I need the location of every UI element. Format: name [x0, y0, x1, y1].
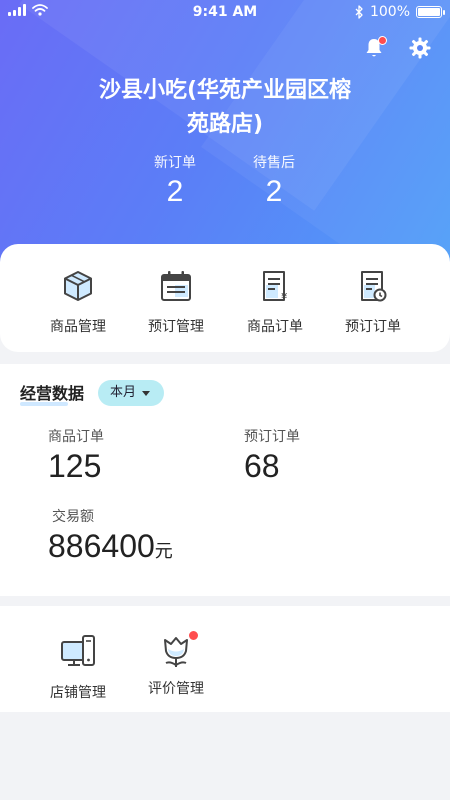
tools-card: 店铺管理 评价管理	[0, 606, 450, 712]
metric-product-orders[interactable]: 商品订单 125	[48, 426, 104, 486]
menu-item-reservation-management[interactable]: 预订管理	[126, 268, 226, 336]
calendar-icon	[161, 271, 191, 301]
status-bar: 9:41 AM 100%	[0, 0, 450, 26]
yen-receipt-icon: ¥	[263, 271, 287, 303]
counter-label: 新订单	[154, 155, 196, 171]
metric-unit: 元	[154, 541, 173, 562]
notification-button[interactable]	[362, 36, 387, 60]
menu-item-product-orders[interactable]: ¥ 商品订单	[225, 268, 325, 336]
metric-value: 68	[244, 448, 280, 484]
tool-icon-wrap	[157, 630, 199, 670]
notification-badge	[378, 36, 387, 45]
period-dropdown[interactable]: 本月	[98, 380, 165, 406]
menu-item-reservation-orders[interactable]: 预订订单	[323, 268, 423, 336]
metric-transaction-amount[interactable]: 交易额 886400元	[48, 506, 173, 566]
new-orders-counter[interactable]: 新订单 2	[125, 152, 225, 212]
metric-amount-row: 886400元	[48, 526, 173, 566]
tool-store-management[interactable]: 店铺管理	[28, 632, 128, 702]
tool-label: 店铺管理	[50, 685, 106, 701]
battery-percent: 100%	[369, 4, 410, 20]
counter-value: 2	[166, 175, 184, 208]
battery-icon	[416, 6, 445, 18]
gear-icon	[409, 37, 431, 59]
metric-value: 886400	[48, 528, 155, 564]
review-badge	[188, 630, 199, 641]
business-stats-card: 经营数据 本月 商品订单 125 预订订单 68 交易额 886400元	[0, 364, 450, 596]
menu-item-label: 商品管理	[50, 319, 106, 335]
store-name: 沙县小吃(华苑产业园区榕苑路店)	[98, 78, 352, 137]
order-counters: 新订单 2 待售后 2	[0, 152, 450, 222]
metric-reservation-orders[interactable]: 预订订单 68	[244, 426, 300, 486]
counter-value: 2	[265, 175, 283, 208]
svg-text:¥: ¥	[281, 292, 287, 303]
section-title: 经营数据	[20, 384, 85, 403]
period-value: 本月	[110, 385, 137, 400]
settings-button[interactable]	[408, 36, 432, 60]
app-screen: 9:41 AM 100% 沙县小吃(华苑产业园区榕苑路店) 新订单 2 待售后 …	[0, 0, 450, 800]
bluetooth-icon	[355, 5, 363, 19]
status-right: 100%	[355, 4, 445, 20]
clock-receipt-icon	[361, 271, 387, 302]
tool-label: 评价管理	[148, 681, 204, 697]
metric-value: 125	[48, 448, 102, 484]
quick-menu-card: 商品管理 预订管理 ¥ 商品订单 预订订单	[0, 244, 450, 352]
after-sales-counter[interactable]: 待售后 2	[224, 152, 324, 212]
caret-down-icon	[142, 390, 151, 396]
menu-item-product-management[interactable]: 商品管理	[28, 268, 128, 336]
tool-review-management[interactable]: 评价管理	[126, 630, 226, 698]
metric-label: 预订订单	[244, 429, 300, 445]
counter-label: 待售后	[253, 155, 295, 171]
menu-item-label: 预订订单	[345, 319, 401, 335]
cube-icon	[64, 271, 92, 301]
metric-label: 交易额	[52, 509, 94, 525]
menu-item-label: 商品订单	[247, 319, 303, 335]
metric-label: 商品订单	[48, 429, 104, 445]
menu-item-label: 预订管理	[148, 319, 204, 335]
header-actions	[362, 36, 432, 60]
devices-icon	[61, 635, 95, 666]
